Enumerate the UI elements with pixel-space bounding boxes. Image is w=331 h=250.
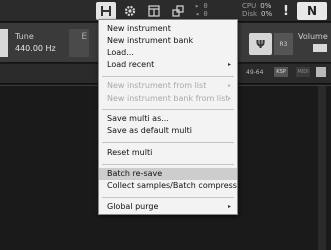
tune-label: Tune — [15, 32, 34, 41]
menu-item-label: Save as default multi — [107, 126, 192, 135]
scrollbar[interactable] — [318, 86, 326, 250]
floppy-disk-icon[interactable] — [96, 2, 116, 20]
menu-item-save-as-default-multi[interactable]: Save as default multi — [99, 125, 237, 137]
menu-separator — [102, 197, 234, 198]
cpu-value: 0% — [260, 2, 272, 10]
menu-separator — [102, 76, 234, 77]
menu-item-label: Reset multi — [107, 148, 153, 157]
alert-button[interactable]: ! — [279, 2, 293, 20]
layout-icon[interactable] — [144, 2, 164, 20]
volume-slider[interactable] — [313, 44, 327, 52]
menu-item-batch-re-save[interactable]: Batch re-save — [99, 168, 237, 180]
midi-in-value: 0 — [203, 2, 208, 10]
menu-separator — [102, 142, 234, 143]
menu-item-label: Collect samples/Batch compress — [107, 181, 237, 190]
menu-item-new-instrument-bank[interactable]: New instrument bank — [99, 35, 237, 47]
menu-item-global-purge[interactable]: Global purge ▸ — [99, 201, 237, 213]
menu-item-save-multi-as[interactable]: Save multi as... — [99, 113, 237, 125]
r3-button[interactable]: R3 — [274, 33, 293, 55]
resize-icon[interactable] — [168, 2, 188, 20]
disk-label: Disk — [242, 10, 258, 18]
menu-item-load-recent[interactable]: Load recent ▸ — [99, 59, 237, 71]
gear-icon[interactable] — [120, 2, 140, 20]
system-stats: CPU 0% Disk 0% — [242, 2, 272, 18]
menu-item-label: Batch re-save — [107, 169, 163, 178]
tune-value[interactable]: 440.00 Hz — [15, 44, 56, 53]
file-menu: New instrument New instrument bank Load.… — [98, 19, 238, 215]
menu-item-new-instrument-from-list[interactable]: New instrument from list ▸ — [99, 80, 237, 92]
menu-item-label: New instrument bank from list — [107, 94, 229, 103]
menu-item-label: Load... — [107, 48, 134, 57]
menu-separator — [102, 109, 234, 110]
page-range-label: 49-64 — [246, 69, 264, 76]
tuner-button[interactable]: Ψ — [249, 33, 272, 55]
menu-item-label: New instrument — [107, 24, 171, 33]
ksp-button[interactable]: KSP — [274, 67, 288, 77]
menu-item-load[interactable]: Load... — [99, 47, 237, 59]
menu-item-collect-samples[interactable]: Collect samples/Batch compress — [99, 180, 237, 192]
menu-item-new-instrument[interactable]: New instrument — [99, 23, 237, 35]
midi-indicator: ▸ 0 ◂ 0 — [195, 2, 208, 18]
menu-item-label: Global purge — [107, 202, 159, 211]
menu-item-label: New instrument from list — [107, 81, 207, 90]
midi-out-value: 0 — [203, 10, 208, 18]
menu-item-label: Load recent — [107, 60, 155, 69]
menu-separator — [102, 164, 234, 165]
tune-knob-icon[interactable] — [0, 29, 8, 57]
midi-button[interactable]: MIDI — [296, 67, 310, 77]
menu-item-label: Save multi as... — [107, 114, 169, 123]
submenu-arrow-icon: ▸ — [227, 61, 231, 68]
volume-label: Volume — [298, 32, 328, 41]
submenu-arrow-icon: ▸ — [227, 203, 231, 210]
cpu-label: CPU — [242, 2, 257, 10]
app-logo[interactable]: N — [297, 2, 327, 20]
menu-item-reset-multi[interactable]: Reset multi — [99, 147, 237, 159]
disk-value: 0% — [261, 10, 273, 18]
submenu-arrow-icon: ▸ — [227, 82, 231, 89]
submenu-arrow-icon: ▸ — [227, 95, 231, 102]
menu-item-new-instrument-bank-from-list[interactable]: New instrument bank from list ▸ — [99, 93, 237, 105]
rack-e-button[interactable]: E — [69, 29, 89, 57]
menu-item-label: New instrument bank — [107, 36, 194, 45]
scroll-up-button[interactable] — [316, 67, 326, 77]
